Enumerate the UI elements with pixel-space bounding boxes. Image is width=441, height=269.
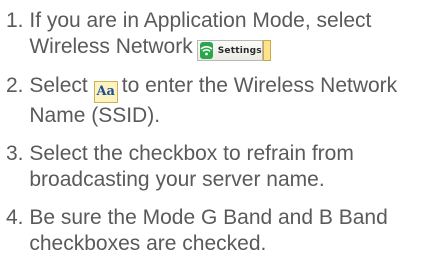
aa-text-icon: Aa bbox=[93, 81, 118, 103]
wireless-settings-button[interactable]: Settings bbox=[196, 40, 271, 61]
step-number: 1. bbox=[6, 9, 30, 32]
step-2: 2. Select Aa to enter the Wireless Network… bbox=[6, 73, 436, 129]
step-text: Select Aa to enter the Wireless Network Na… bbox=[29, 73, 436, 129]
step-number: 3. bbox=[6, 142, 30, 165]
step-text: If you are in Application Mode, select W… bbox=[29, 8, 436, 61]
step-1: 1. If you are in Application Mode, selec… bbox=[6, 8, 436, 61]
instruction-list: 1. If you are in Application Mode, selec… bbox=[6, 8, 436, 269]
step-2-text-before: Select bbox=[29, 74, 88, 97]
settings-button-label: Settings bbox=[217, 45, 262, 56]
step-4: 4. Be sure the Mode G Band and B Band ch… bbox=[6, 205, 436, 257]
step-number: 2. bbox=[6, 74, 30, 97]
step-number: 4. bbox=[6, 206, 30, 229]
step-4-text: Be sure the Mode G Band and B Band check… bbox=[29, 206, 388, 255]
step-3-text: Select the checkbox to refrain from broa… bbox=[29, 142, 354, 191]
wifi-icon bbox=[199, 42, 213, 59]
step-3: 3. Select the checkbox to refrain from b… bbox=[6, 141, 436, 193]
